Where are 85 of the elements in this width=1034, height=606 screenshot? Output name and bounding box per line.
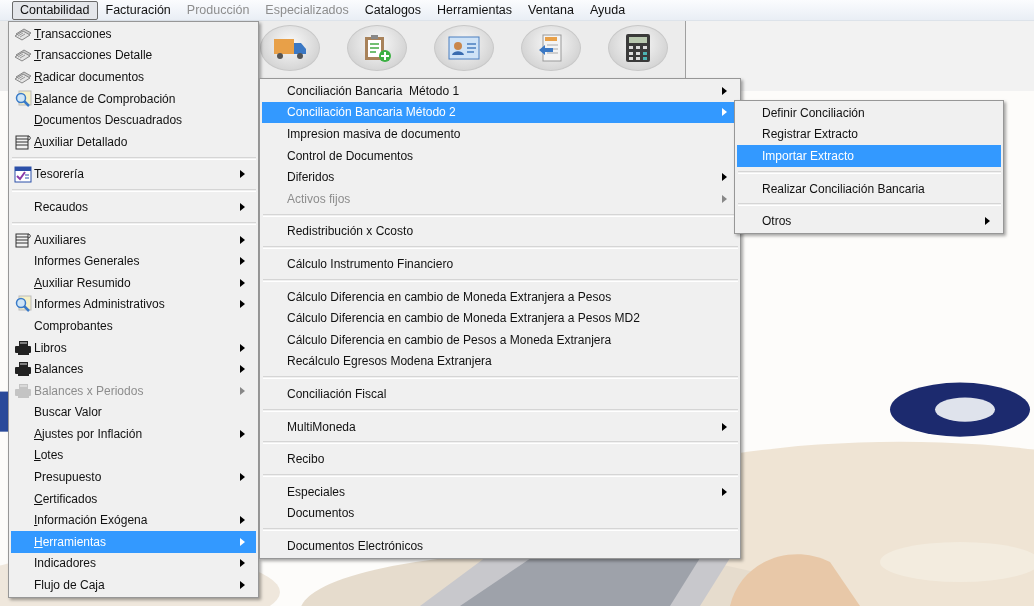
submenu-arrow-icon: [240, 257, 245, 266]
menu-item[interactable]: Documentos: [262, 502, 738, 525]
menu-item[interactable]: Cálculo Instrumento Financiero: [262, 253, 738, 275]
submenu-arrow-icon: [240, 343, 245, 352]
menu-item[interactable]: Recibo: [262, 448, 738, 470]
submenu-arrow-icon: [240, 516, 245, 525]
submenu-arrow-icon: [240, 473, 245, 482]
menu-item[interactable]: Control de Documentos: [262, 144, 738, 167]
menu-item[interactable]: Transacciones: [11, 23, 256, 45]
submenu-arrow-icon: [240, 537, 245, 546]
menu-item[interactable]: Diferidos: [262, 166, 738, 188]
documents-icon: [14, 69, 32, 85]
menu-item[interactable]: Auxiliares: [11, 228, 256, 251]
menu-bar-item[interactable]: Herramientas: [429, 0, 521, 20]
menu-item[interactable]: Informes Administrativos: [11, 293, 256, 316]
menu-bar-item[interactable]: Ayuda: [581, 0, 634, 20]
submenu-arrow-icon: [240, 429, 245, 438]
menu-item[interactable]: Auxiliar Detallado: [11, 130, 256, 153]
menu-item[interactable]: Recaudos: [11, 196, 256, 218]
menu-item[interactable]: Información Exógena: [11, 509, 256, 532]
menu-item[interactable]: Radicar documentos: [11, 66, 256, 88]
clipboard-plus-icon: [362, 33, 392, 63]
submenu-arrow-icon: [240, 202, 245, 211]
submenu-arrow-icon: [240, 170, 245, 179]
menu-item[interactable]: Buscar Valor: [11, 401, 256, 424]
menu-item[interactable]: Presupuesto: [11, 466, 256, 488]
submenu-arrow-icon: [722, 86, 727, 95]
ledger-icon: [15, 231, 31, 248]
printer-icon: [14, 339, 32, 356]
menu-item[interactable]: Conciliación Fiscal: [262, 383, 738, 405]
menu-item[interactable]: Recálculo Egresos Modena Extranjera: [262, 350, 738, 373]
menu-item[interactable]: Otros: [737, 210, 1001, 232]
document-arrow-icon: [537, 33, 565, 63]
menu-item[interactable]: Flujo de Caja: [11, 574, 256, 596]
submenu-arrow-icon: [722, 194, 727, 203]
menu-item[interactable]: Auxiliar Resumido: [11, 271, 256, 294]
magnifier-icon: [14, 295, 32, 314]
menu-item[interactable]: Registrar Extracto: [737, 123, 1001, 146]
id-card-icon: [448, 35, 480, 61]
printer-icon: [14, 361, 32, 378]
printer-icon: [14, 382, 32, 399]
submenu-arrow-icon: [240, 581, 245, 590]
submenu-arrow-icon: [240, 365, 245, 374]
menu-item[interactable]: MultiMoneda: [262, 415, 738, 438]
menu-bar-item[interactable]: Facturación: [97, 0, 179, 20]
menu-bar-item[interactable]: Contabilidad: [12, 0, 98, 20]
menu-item[interactable]: Cálculo Diferencia en cambio de Moneda Extranjera a Pesos: [262, 285, 738, 308]
menu-item[interactable]: Documentos Descuadrados: [11, 109, 256, 131]
submenu-arrow-icon: [240, 300, 245, 309]
menu-item[interactable]: Especiales: [262, 480, 738, 503]
menu-item[interactable]: Impresion masiva de documento: [262, 123, 738, 145]
menu-item[interactable]: Documentos Electrónicos: [262, 535, 738, 557]
menu-item[interactable]: Conciliación Bancaria Método 1: [262, 80, 738, 102]
menu-item[interactable]: Comprobantes: [11, 315, 256, 337]
submenu-arrow-icon: [240, 235, 245, 244]
menu-item[interactable]: Definir Conciliación: [737, 102, 1001, 124]
submenu-arrow-icon: [722, 487, 727, 496]
menu-item[interactable]: Transacciones Detalle: [11, 44, 256, 67]
menu-item[interactable]: Lotes: [11, 444, 256, 467]
submenu-arrow-icon: [722, 422, 727, 431]
menu-item[interactable]: Ajustes por Inflación: [11, 423, 256, 445]
menu-item[interactable]: Realizar Conciliación Bancaria: [737, 177, 1001, 200]
menu-bar-item[interactable]: Catalogos: [356, 0, 430, 20]
magnifier-icon: [14, 89, 32, 108]
menu-item[interactable]: Libros: [11, 336, 256, 359]
submenu-arrow-icon: [240, 278, 245, 287]
calendar-check-icon: [14, 165, 32, 183]
submenu-arrow-icon: [722, 108, 727, 117]
submenu-arrow-icon: [985, 217, 990, 226]
menu-bar-item[interactable]: Ventana: [520, 0, 582, 20]
menu-item[interactable]: Balance de Comprobación: [11, 87, 256, 110]
calculator-icon: [624, 33, 652, 63]
menu-item[interactable]: Indicadores: [11, 552, 256, 575]
menu-item[interactable]: Tesorería: [11, 163, 256, 186]
menu-item[interactable]: Balances: [11, 358, 256, 380]
documents-icon: [14, 47, 32, 64]
submenu-arrow-icon: [240, 386, 245, 395]
menu-item[interactable]: Redistribución x Ccosto: [262, 220, 738, 243]
menu-item[interactable]: Cálculo Diferencia en cambio de Moneda Extranjera a Pesos MD2: [262, 307, 738, 329]
menu-item[interactable]: Informes Generales: [11, 250, 256, 272]
submenu-arrow-icon: [240, 559, 245, 568]
menu-item[interactable]: Cálculo Diferencia en cambio de Pesos a Moneda Extranjera: [262, 328, 738, 351]
menu-item[interactable]: Certificados: [11, 487, 256, 510]
submenu-arrow-icon: [722, 173, 727, 182]
ledger-icon: [15, 133, 31, 150]
